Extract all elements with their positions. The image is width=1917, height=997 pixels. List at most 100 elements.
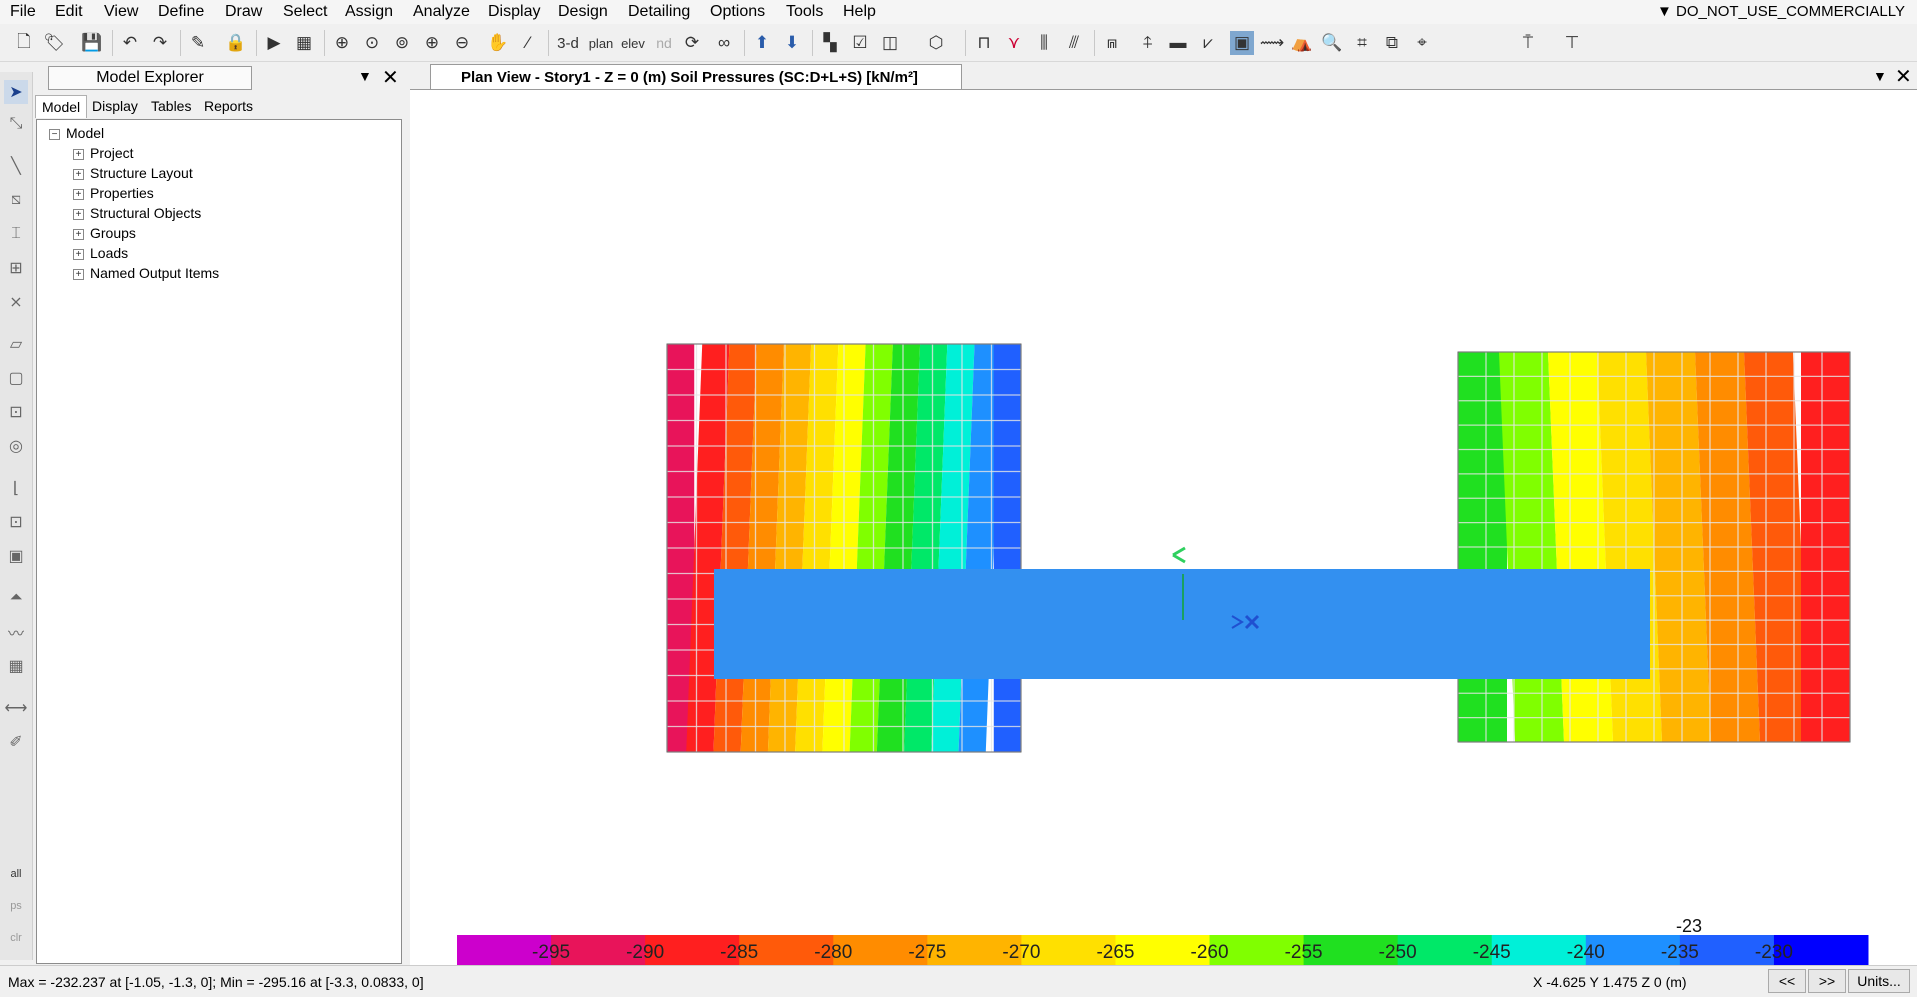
wall-icon[interactable]: ⛺: [1290, 31, 1314, 55]
expand-icon[interactable]: +: [73, 148, 84, 160]
tree-item-groups[interactable]: + Groups: [73, 224, 136, 242]
menu-file[interactable]: File: [10, 3, 36, 21]
glasses-icon[interactable]: ∞: [712, 31, 736, 55]
wand-icon[interactable]: ⁄: [516, 31, 540, 55]
tree-item-named-output-items[interactable]: + Named Output Items: [73, 264, 219, 282]
panel-options-icon[interactable]: ▼: [358, 68, 372, 84]
deformed-shape-icon[interactable]: ⋎: [1002, 31, 1026, 55]
draw-slab-icon[interactable]: ⊡: [4, 510, 28, 534]
menu-define[interactable]: Define: [158, 3, 204, 21]
draw-mesh-icon[interactable]: ▦: [4, 654, 28, 678]
expand-icon[interactable]: +: [73, 228, 84, 240]
expand-icon[interactable]: +: [73, 188, 84, 200]
menu-detailing[interactable]: Detailing: [628, 3, 690, 21]
expand-icon[interactable]: +: [73, 268, 84, 280]
draw-floor-icon[interactable]: ▱: [4, 332, 28, 356]
tree-item-structure-layout[interactable]: + Structure Layout: [73, 164, 193, 182]
truss-icon[interactable]: ⩗: [1196, 31, 1220, 55]
pointer-icon[interactable]: ➤: [4, 80, 28, 104]
previous-button[interactable]: <<: [1768, 969, 1806, 993]
menu-edit[interactable]: Edit: [55, 3, 83, 21]
tree-item-structural-objects[interactable]: + Structural Objects: [73, 204, 201, 222]
find-icon[interactable]: ⌖: [1410, 31, 1434, 55]
extrude-icon[interactable]: ⬡: [924, 31, 948, 55]
draw-cross-icon[interactable]: ⨯: [4, 290, 28, 314]
tree-item-properties[interactable]: + Properties: [73, 184, 154, 202]
menu-view[interactable]: View: [104, 3, 138, 21]
zoom-window-icon[interactable]: ⊕: [330, 31, 354, 55]
open-icon[interactable]: 🏷: [42, 31, 66, 55]
inspect-icon[interactable]: 🔍: [1320, 31, 1344, 55]
draw-circle-icon[interactable]: ◎: [4, 434, 28, 458]
draw-wall-icon[interactable]: ⌊: [4, 476, 28, 500]
zoom-out-icon[interactable]: ⊖: [450, 31, 474, 55]
lock-icon[interactable]: 🔒: [224, 31, 248, 55]
menu-assign[interactable]: Assign: [345, 3, 393, 21]
save-icon[interactable]: 💾: [80, 31, 104, 55]
draw-support-icon[interactable]: ⏶: [4, 586, 28, 610]
force-diagram-icon[interactable]: ⫼: [1032, 31, 1056, 55]
run-icon[interactable]: ▶: [262, 31, 286, 55]
draw-opening-icon[interactable]: ⊡: [4, 400, 28, 424]
nd-button[interactable]: nd: [652, 31, 676, 55]
view-3d-button[interactable]: 3-d: [556, 31, 580, 55]
collapse-icon[interactable]: −: [49, 128, 60, 140]
select-all-icon[interactable]: all: [4, 862, 28, 886]
display-grid-icon[interactable]: ▚: [818, 31, 842, 55]
zoom-previous-icon[interactable]: ⊚: [390, 31, 414, 55]
license-notice[interactable]: ▼ DO_NOT_USE_COMMERCIALLY: [1657, 3, 1905, 20]
move-up-icon[interactable]: ⬆: [750, 31, 774, 55]
clear-select-icon[interactable]: clr: [4, 926, 28, 950]
frame-icon[interactable]: ⊓: [972, 31, 996, 55]
story-response-icon[interactable]: ⩎: [1100, 31, 1124, 55]
reshape-icon[interactable]: ⤡: [4, 112, 28, 136]
draw-line-icon[interactable]: ╲: [4, 154, 28, 178]
move-down-icon[interactable]: ⬇: [780, 31, 804, 55]
design-check-icon[interactable]: ⊤: [1560, 31, 1584, 55]
menu-draw[interactable]: Draw: [225, 3, 262, 21]
section-cut-icon[interactable]: ⧉: [1380, 31, 1404, 55]
previous-select-icon[interactable]: ps: [4, 894, 28, 918]
design-tool-icon[interactable]: ⍑: [1516, 31, 1540, 55]
undo-icon[interactable]: ↶: [118, 31, 142, 55]
table-icon[interactable]: ⌗: [1350, 31, 1374, 55]
menu-select[interactable]: Select: [283, 3, 327, 21]
tab-display[interactable]: Display: [86, 95, 144, 117]
draw-frame-icon[interactable]: ⧅: [4, 188, 28, 212]
draw-text-icon[interactable]: ✐: [4, 730, 28, 754]
expand-icon[interactable]: +: [73, 208, 84, 220]
view-options-icon[interactable]: ▼: [1873, 68, 1887, 84]
menu-help[interactable]: Help: [843, 3, 876, 21]
expand-icon[interactable]: +: [73, 248, 84, 260]
object-shrink-icon[interactable]: ◫: [878, 31, 902, 55]
model-view-canvas[interactable]: -295 -290 -285 -280 -275 -270 -265 -260 -255 -250…: [410, 89, 1917, 967]
menu-display[interactable]: Display: [488, 3, 540, 21]
menu-options[interactable]: Options: [710, 3, 765, 21]
elevation-view-button[interactable]: elev: [618, 31, 648, 55]
tree-item-project[interactable]: + Project: [73, 144, 134, 162]
plan-view-button[interactable]: plan: [586, 31, 616, 55]
checkbox-icon[interactable]: ☑: [848, 31, 872, 55]
tree-item-loads[interactable]: + Loads: [73, 244, 128, 262]
tab-tables[interactable]: Tables: [145, 95, 197, 117]
menu-analyze[interactable]: Analyze: [413, 3, 470, 21]
support-reaction-icon[interactable]: ⍏: [1136, 31, 1160, 55]
strip-icon[interactable]: ⟿: [1260, 31, 1284, 55]
draw-dimension-icon[interactable]: ⟷: [4, 696, 28, 720]
new-model-icon[interactable]: 🗋: [12, 31, 36, 55]
zoom-in-icon[interactable]: ⊕: [420, 31, 444, 55]
soil-pressure-plot[interactable]: -295 -290 -285 -280 -275 -270 -265 -260 -255 -250…: [410, 90, 1917, 967]
pan-icon[interactable]: ✋: [486, 31, 510, 55]
analysis-icon[interactable]: ▦: [292, 31, 316, 55]
draw-beam-icon[interactable]: ⌶: [4, 222, 28, 246]
tree-root-model[interactable]: − Model: [49, 124, 104, 142]
tab-model[interactable]: Model: [35, 95, 88, 118]
shell-forces-icon[interactable]: ⫻: [1062, 31, 1086, 55]
menu-design[interactable]: Design: [558, 3, 608, 21]
tab-reports[interactable]: Reports: [198, 95, 259, 117]
close-view-icon[interactable]: ✕: [1895, 64, 1912, 89]
draw-brace-icon[interactable]: ⊞: [4, 256, 28, 280]
draw-rect-icon[interactable]: ▢: [4, 366, 28, 390]
expand-icon[interactable]: +: [73, 168, 84, 180]
pencil-icon[interactable]: ✎: [186, 31, 210, 55]
